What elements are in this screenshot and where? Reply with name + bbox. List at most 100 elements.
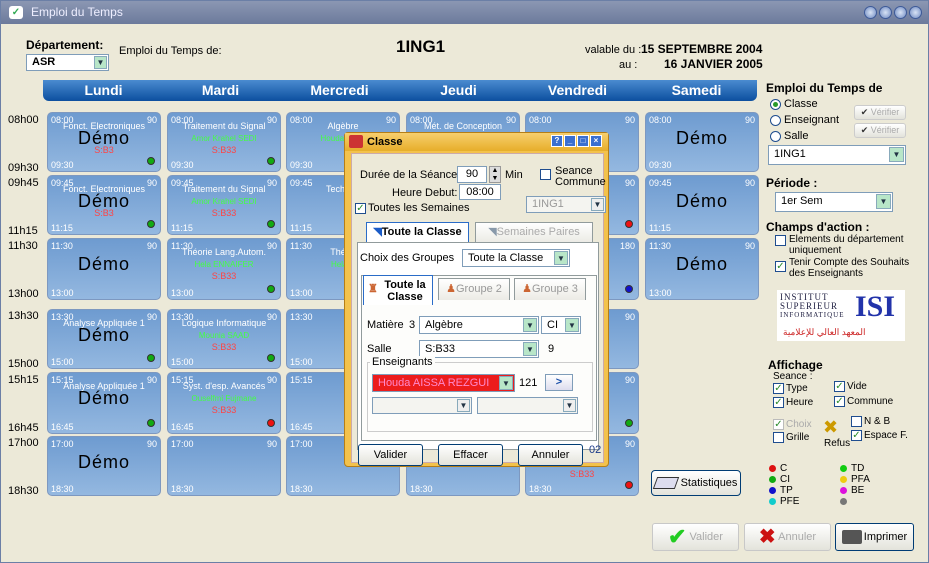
time-label: 18h30	[8, 485, 39, 497]
session-cell[interactable]: 15:15 90 Syst. d'esp. Avancés Ouselfmi Fujm…	[167, 372, 281, 434]
isi-logo: INSTITUT SUPERIEUR INFORMATIQUE ISI المع…	[777, 290, 905, 341]
champ-departement[interactable]: Elements du département uniquement	[775, 234, 915, 256]
session-cell[interactable]: 13:30 90 Analyse Appliquée 1 Démo 15:00	[47, 309, 161, 369]
session-end: 15:00	[290, 357, 313, 367]
radio-enseignant[interactable]: Enseignant	[770, 112, 839, 128]
enseignant-select[interactable]: Houda AISSA REZGUI ▼	[372, 374, 515, 392]
minimize-icon[interactable]: _	[564, 135, 576, 147]
day-header-0: Lundi	[84, 82, 123, 98]
session-cell[interactable]: 13:30 90 Logique Informatique Mounia SAAD S:…	[167, 309, 281, 369]
classe-combo[interactable]: 1ING1 ▼	[526, 196, 606, 213]
matiere-label: Matière	[367, 319, 404, 331]
session-name: Mét. de Conception	[423, 121, 503, 131]
chk-heure[interactable]: ✓ Heure	[773, 397, 813, 408]
verifier-button-2[interactable]: ✔ Vérifier	[854, 123, 906, 138]
close-button[interactable]	[909, 6, 922, 19]
session-demo-watermark: Démo	[77, 452, 130, 472]
dept-select[interactable]: ASR ▼	[26, 54, 109, 71]
session-cell[interactable]: 08:00 90 Fonct. Electroniques S:B3 Démo 09:30	[47, 112, 161, 172]
refus-icon[interactable]: ✖	[823, 417, 838, 438]
session-cell[interactable]: 08:00 90 Démo 09:30	[645, 112, 759, 172]
session-cell[interactable]: 09:45 90 Traitement du Signal Amor Krahel S…	[167, 175, 281, 235]
session-duration: 90	[744, 241, 755, 251]
session-cell[interactable]: 11:30 90 Démo 13:00	[645, 238, 759, 300]
dialog-effacer-button[interactable]: Effacer	[438, 444, 503, 466]
imprimer-button[interactable]: Imprimer	[835, 523, 914, 551]
session-cell[interactable]: 15:15 90 Analyse Appliquée 1 Démo 16:45	[47, 372, 161, 434]
toutes-semaines-label: Toutes les Semaines	[368, 202, 470, 214]
session-cell[interactable]: 17:00 90 18:30	[167, 436, 281, 496]
enseignant-2-select[interactable]: ▼	[372, 397, 472, 414]
subtab-groupe-3[interactable]: ♟Groupe 3	[514, 278, 586, 300]
chk-nb[interactable]: N & B	[851, 416, 890, 427]
session-type-dot	[147, 419, 155, 427]
valider-button[interactable]: ✔ Valider	[652, 523, 739, 551]
minimize-button[interactable]	[879, 6, 892, 19]
seance-commune-checkbox[interactable]: Seance Commune	[540, 166, 606, 188]
session-cell[interactable]: 17:00 90 Démo 18:30	[47, 436, 161, 496]
classe-combo-value: 1ING1	[532, 198, 564, 210]
enseignant-next-button[interactable]: >	[545, 374, 573, 391]
session-end: 09:30	[649, 160, 672, 170]
duree-input[interactable]: 90	[457, 166, 487, 183]
checkbox	[851, 416, 862, 427]
maximize-icon[interactable]: □	[577, 135, 589, 147]
session-cell[interactable]: 11:30 90 Théorie Lang.Autom. Hela ENNAIFER S…	[167, 238, 281, 300]
enseignant-3-select[interactable]: ▼	[477, 397, 578, 414]
chk-choix[interactable]: ✓ Choix	[773, 419, 812, 430]
help-button[interactable]	[864, 6, 877, 19]
chk-espace[interactable]: ✓ Espace F.	[851, 430, 908, 441]
session-room: S:B33	[211, 405, 237, 415]
session-cell[interactable]: 08:00 90 Traitement du Signal Amor Krahel S…	[167, 112, 281, 172]
selection-select[interactable]: 1ING1 ▼	[768, 145, 906, 165]
chk-commune[interactable]: ✓ Commune	[834, 396, 893, 407]
periode-select[interactable]: 1er Sem ▼	[775, 192, 893, 212]
session-cell[interactable]: 09:45 90 Fonct. Electroniques S:B3 Démo 11:15	[47, 175, 161, 235]
salle-label: Salle	[367, 343, 392, 355]
radio-classe[interactable]: Classe	[770, 96, 839, 112]
heure-debut-input[interactable]: 08:00	[459, 184, 501, 200]
dialog-annuler-button[interactable]: Annuler	[518, 444, 583, 466]
session-cell[interactable]: 09:45 90 Démo 11:15	[645, 175, 759, 235]
tab-toute-la-classe[interactable]: ◥Toute la Classe	[366, 222, 469, 242]
subtab-groupe-2[interactable]: ♟Groupe 2	[438, 278, 510, 300]
person-icon: ♟	[522, 283, 532, 295]
tab-semaines-paires[interactable]: ◥Semaines Paires	[475, 222, 593, 242]
verifier-button-1[interactable]: ✔ Vérifier	[854, 105, 906, 120]
help-icon[interactable]: ?	[551, 135, 563, 147]
legend-dot	[769, 464, 776, 472]
chk-type[interactable]: ✓ Type	[773, 383, 808, 394]
duree-spinner[interactable]: ▲ ▼	[489, 166, 501, 183]
maximize-button[interactable]	[894, 6, 907, 19]
champ-souhaits[interactable]: ✓ Tenir Compte des Souhaits des Enseigna…	[775, 257, 915, 279]
choix-groupes-select[interactable]: Toute la Classe ▼	[462, 249, 570, 267]
salle-select[interactable]: S:B33 ▼	[419, 340, 539, 358]
session-name: Algèbre	[327, 121, 359, 131]
matiere-select[interactable]: Algèbre ▼	[419, 316, 539, 334]
chk-grille[interactable]: Grille	[773, 432, 809, 443]
subtab-toute-la-classe[interactable]: ♜ Toute la Classe	[363, 275, 433, 305]
session-end: 18:30	[171, 484, 194, 494]
session-demo-watermark: Démo	[77, 191, 130, 211]
statistiques-button[interactable]: Statistiques	[651, 470, 741, 496]
radio-salle[interactable]: Salle	[770, 128, 839, 144]
periode-title: Période :	[766, 176, 818, 190]
matiere-type-select[interactable]: CI ▼	[541, 316, 581, 334]
chk-vide[interactable]: ✓ Vide	[834, 381, 867, 392]
valider-label: Valider	[689, 531, 723, 543]
checkbox-checked: ✓	[851, 430, 862, 441]
checkbox	[540, 169, 551, 180]
session-demo-watermark: Démo	[675, 128, 728, 148]
legend-dot	[769, 486, 776, 494]
enseignant-num: 121	[519, 377, 538, 389]
session-cell[interactable]: 11:30 90 Démo 13:00	[47, 238, 161, 300]
toutes-semaines-checkbox[interactable]: ✓ Toutes les Semaines	[355, 202, 470, 214]
session-type-dot	[267, 220, 275, 228]
legend-item	[840, 495, 851, 507]
dialog-valider-button[interactable]: Valider	[358, 444, 423, 466]
legend-label: PFE	[780, 496, 800, 507]
session-end: 11:15	[649, 223, 671, 233]
annuler-button[interactable]: ✖ Annuler	[744, 523, 831, 551]
close-icon[interactable]: ×	[590, 135, 602, 147]
session-start: 15:15	[290, 375, 313, 385]
